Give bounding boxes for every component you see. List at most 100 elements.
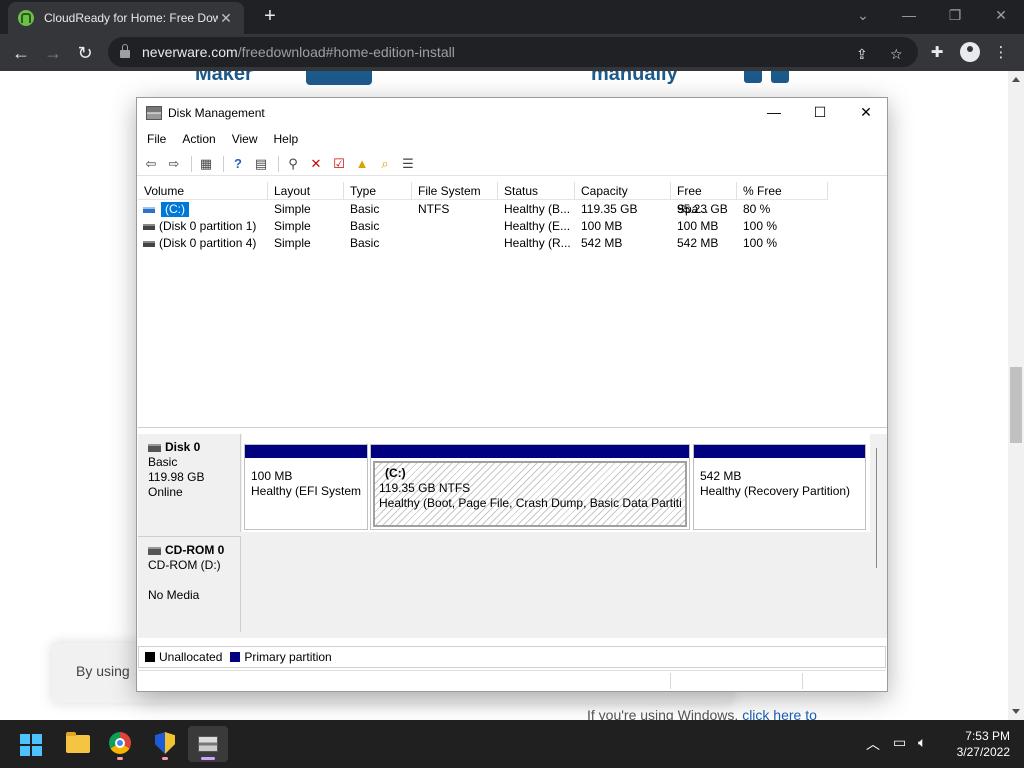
browser-restore-button[interactable]: ❐	[932, 0, 978, 32]
forward-icon[interactable]: ⇨	[164, 155, 184, 173]
chrome-button[interactable]	[100, 726, 140, 762]
col-type[interactable]: Type	[344, 182, 412, 200]
menu-help[interactable]: Help	[274, 132, 299, 146]
windows-start-icon[interactable]	[20, 734, 42, 756]
extensions-puzzle-icon[interactable]: ✚	[926, 42, 948, 64]
properties-icon[interactable]: ▤	[251, 155, 271, 173]
back-icon[interactable]: ⇦	[141, 155, 161, 173]
back-arrow-icon[interactable]: ←	[8, 40, 34, 66]
col-pct-free[interactable]: % Free	[737, 182, 828, 200]
delete-icon[interactable]: ✕	[306, 155, 326, 173]
browser-toolbar: ← → ↻ neverware.com /freedownload#home-e…	[0, 34, 1024, 71]
scroll-thumb[interactable]	[1010, 367, 1022, 443]
tab-search-icon[interactable]: ⌄	[840, 0, 886, 32]
cdrom-label[interactable]: CD-ROM 0 CD-ROM (D:) No Media	[138, 536, 241, 632]
volume-name: (Disk 0 partition 4)	[159, 236, 257, 250]
col-file-system[interactable]: File System	[412, 182, 498, 200]
dm-menu-bar: File Action View Help	[137, 128, 887, 150]
connect-disk-icon[interactable]: ⚲	[283, 155, 303, 173]
menu-file[interactable]: File	[147, 132, 166, 146]
col-free-space[interactable]: Free Spa...	[671, 182, 737, 216]
shield-icon	[155, 732, 175, 754]
type-cell: Basic	[350, 202, 380, 216]
page-button-left[interactable]	[306, 71, 372, 85]
tab-title: CloudReady for Home: Free Dow	[44, 11, 218, 25]
check-icon[interactable]: ☑	[329, 155, 349, 173]
partition-body: 542 MB Healthy (Recovery Partition)	[694, 461, 865, 529]
col-volume[interactable]: Volume	[138, 182, 268, 200]
import-icon[interactable]: ▲	[352, 155, 372, 173]
new-tab-button[interactable]: +	[258, 4, 282, 28]
cdrom-drive: CD-ROM (D:)	[148, 558, 221, 572]
dm-close-button[interactable]: ✕	[843, 98, 889, 128]
browser-close-button[interactable]: ✕	[978, 0, 1024, 32]
partition-recovery[interactable]: 542 MB Healthy (Recovery Partition)	[693, 444, 866, 530]
partition-size: 119.35 GB NTFS	[379, 481, 471, 495]
profile-avatar-icon[interactable]	[960, 42, 980, 62]
partition-status: Healthy (Recovery Partition)	[700, 484, 851, 498]
volume-name: (Disk 0 partition 1)	[159, 219, 257, 233]
page-button-right-2[interactable]	[771, 71, 789, 83]
page-button-right-1[interactable]	[744, 71, 762, 83]
security-button[interactable]	[145, 726, 185, 762]
col-capacity[interactable]: Capacity	[575, 182, 671, 200]
click-here-link[interactable]: click here to	[742, 707, 817, 720]
col-layout[interactable]: Layout	[268, 182, 344, 200]
free-cell: 542 MB	[677, 236, 719, 250]
bookmark-star-icon[interactable]: ☆	[890, 46, 903, 63]
address-bar[interactable]: neverware.com /freedownload#home-edition…	[108, 37, 918, 67]
page-scrollbar[interactable]	[1008, 71, 1024, 720]
browser-tab[interactable]: CloudReady for Home: Free Dow ✕	[8, 2, 244, 34]
cdrom-area	[242, 537, 870, 632]
disk0-label[interactable]: Disk 0 Basic 119.98 GB Online	[138, 434, 241, 532]
disk-pane-scrollbar[interactable]	[876, 448, 882, 568]
page-heading-left: Maker	[195, 71, 253, 85]
toolbar-separator	[223, 155, 224, 172]
partition-status: Healthy (EFI System P	[251, 484, 361, 498]
chevron-up-icon[interactable]: ︿	[866, 734, 880, 754]
help-icon[interactable]: ?	[228, 155, 248, 173]
scroll-down-arrow-icon[interactable]	[1012, 709, 1020, 714]
status-cell: Healthy (E...	[504, 219, 571, 233]
partition-efi[interactable]: 100 MB Healthy (EFI System P	[244, 444, 368, 530]
forward-arrow-icon[interactable]: →	[40, 40, 66, 66]
tab-close-icon[interactable]: ✕	[218, 10, 234, 27]
dm-minimize-button[interactable]: —	[751, 98, 797, 128]
lock-icon[interactable]	[120, 44, 130, 58]
layout-cell: Simple	[274, 202, 311, 216]
folder-icon	[66, 732, 90, 753]
pct-free-cell: 100 %	[743, 219, 778, 233]
partition-status: Healthy (Boot, Page File, Crash Dump, Ba…	[379, 496, 681, 510]
browser-minimize-button[interactable]: —	[886, 0, 932, 32]
cdrom-name-text: CD-ROM 0	[165, 543, 225, 557]
table-row[interactable]: (C:) Simple Basic NTFS Healthy (B... 119…	[138, 201, 828, 218]
scroll-up-arrow-icon[interactable]	[1012, 77, 1020, 82]
system-clock[interactable]: 7:53 PM 3/27/2022	[940, 728, 1010, 760]
partition-c[interactable]: (C:) 119.35 GB NTFS Healthy (Boot, Page …	[370, 444, 690, 530]
show-hide-console-tree-icon[interactable]: ▦	[196, 155, 216, 173]
table-row[interactable]: (Disk 0 partition 4) Simple Basic Health…	[138, 235, 828, 252]
menu-action[interactable]: Action	[182, 132, 215, 146]
table-row[interactable]: (Disk 0 partition 1) Simple Basic Health…	[138, 218, 828, 235]
network-icon[interactable]: ▭	[893, 734, 906, 751]
menu-view[interactable]: View	[232, 132, 258, 146]
reload-icon[interactable]: ↻	[72, 40, 98, 66]
running-indicator	[162, 757, 168, 760]
menu-kebab-icon[interactable]: ⋮	[990, 42, 1012, 64]
disk0-size: 119.98 GB	[148, 470, 205, 484]
primary-partition-swatch	[230, 652, 241, 662]
disk-management-window: Disk Management — ☐ ✕ File Action View H…	[136, 97, 888, 692]
search-icon[interactable]: ⌕	[375, 155, 395, 173]
volume-name: (C:)	[161, 202, 189, 217]
col-status[interactable]: Status	[498, 182, 575, 200]
browser-tab-bar: CloudReady for Home: Free Dow ✕ + ⌄ — ❐ …	[0, 0, 1024, 34]
disk-icon	[148, 443, 161, 452]
volume-icon[interactable]: 🔈︎	[918, 734, 926, 751]
disk0-type: Basic	[148, 455, 178, 469]
dm-maximize-button[interactable]: ☐	[797, 98, 843, 128]
disk-management-task-button[interactable]	[188, 726, 228, 762]
share-icon[interactable]: ⇪	[856, 46, 868, 63]
file-explorer-button[interactable]	[57, 726, 97, 762]
list-icon[interactable]: ☰	[398, 155, 418, 173]
disk-graphical-pane: Disk 0 Basic 119.98 GB Online 100 MB Hea…	[138, 434, 887, 638]
